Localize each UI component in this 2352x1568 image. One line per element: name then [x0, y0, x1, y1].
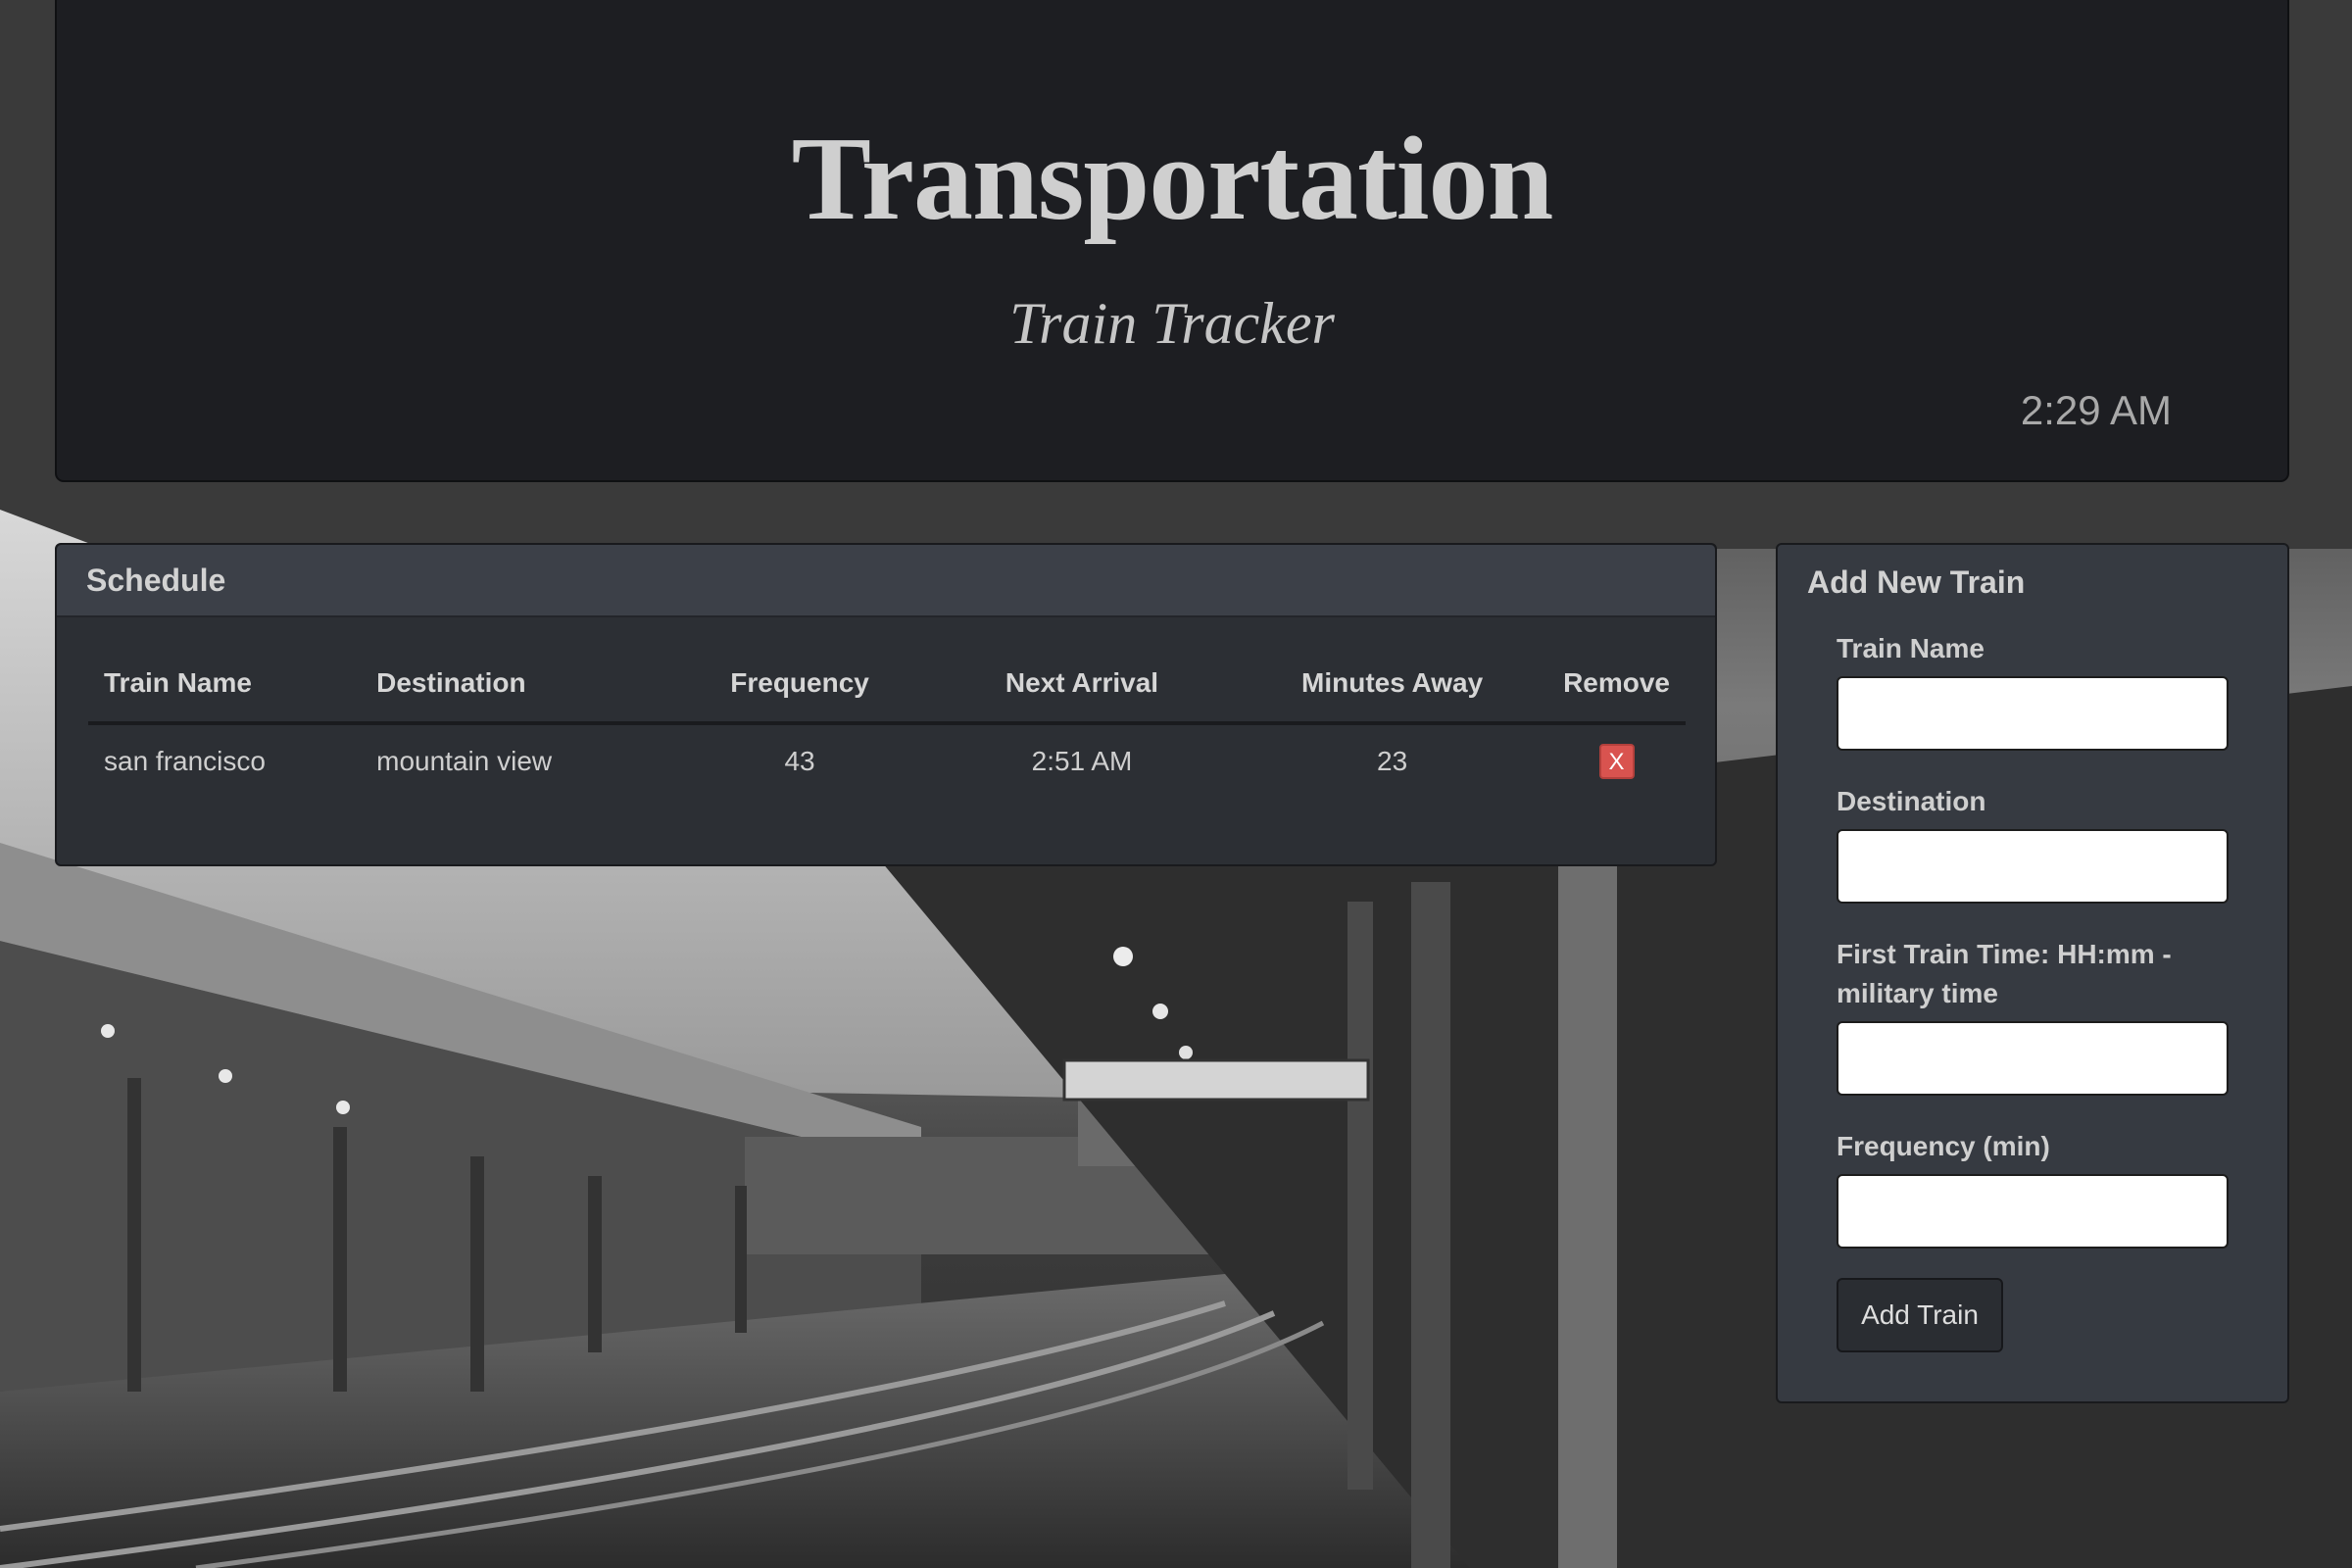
remove-train-button[interactable]: X	[1598, 744, 1635, 779]
destination-label: Destination	[1837, 786, 1986, 816]
table-row: san francisco mountain view 43 2:51 AM 2…	[88, 723, 1686, 798]
column-header-frequency: Frequency	[672, 645, 927, 725]
frequency-label: Frequency (min)	[1837, 1131, 2050, 1161]
column-header-minutes-away: Minutes Away	[1237, 645, 1548, 725]
column-header-remove: Remove	[1547, 645, 1686, 725]
first-train-time-label: First Train Time: HH:mm - military time	[1837, 939, 2172, 1008]
schedule-panel: Schedule Train Name Destination Frequenc…	[55, 543, 1717, 866]
destination-input[interactable]	[1837, 829, 2229, 904]
schedule-table: Train Name Destination Frequency Next Ar…	[88, 645, 1686, 798]
column-header-destination: Destination	[361, 645, 673, 725]
schedule-heading: Schedule	[57, 545, 1715, 617]
current-time: 2:29 AM	[2020, 387, 2172, 433]
table-header-row: Train Name Destination Frequency Next Ar…	[88, 645, 1686, 725]
first-train-time-input[interactable]	[1837, 1021, 2229, 1096]
header-jumbotron: Transportation Train Tracker 2:29 AM	[55, 0, 2289, 482]
cell-minutes-away: 23	[1377, 746, 1408, 776]
train-name-input[interactable]	[1837, 676, 2229, 751]
page-subtitle: Train Tracker	[1009, 291, 1335, 356]
cell-destination: mountain view	[376, 746, 553, 776]
add-train-button[interactable]: Add Train	[1837, 1278, 2003, 1352]
cell-next-arrival: 2:51 AM	[1031, 746, 1133, 776]
frequency-input[interactable]	[1837, 1174, 2229, 1249]
train-name-label: Train Name	[1837, 633, 1984, 663]
column-header-next-arrival: Next Arrival	[926, 645, 1238, 725]
add-train-panel: Add New Train Train Name Destination Fir…	[1776, 543, 2289, 1403]
cell-train-name: san francisco	[104, 746, 266, 776]
page-title: Transportation	[791, 113, 1554, 245]
add-train-heading: Add New Train	[1807, 564, 2026, 600]
cell-remove: X	[1547, 723, 1686, 798]
column-header-train-name: Train Name	[88, 645, 362, 725]
cell-frequency: 43	[784, 746, 815, 776]
